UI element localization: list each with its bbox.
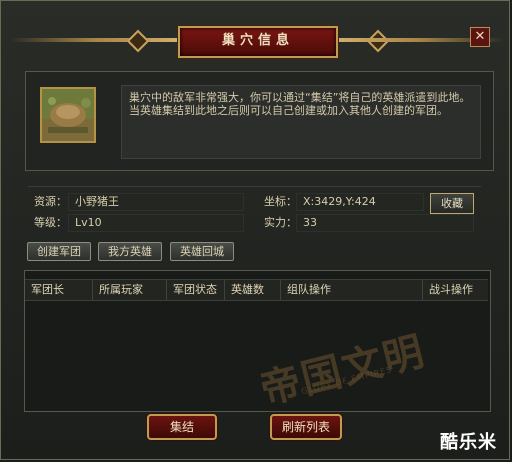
site-watermark: 酷乐米: [440, 432, 497, 453]
table-header: 军团长 所属玩家 军团状态 英雄数 组队操作 战斗操作: [25, 279, 488, 301]
level-value: Lv10: [68, 214, 244, 232]
resource-label: 资源：: [34, 195, 67, 208]
ornament-diamond-left: [126, 29, 150, 53]
column-header-status: 军团状态: [167, 280, 225, 300]
lair-info-box: 巢穴中的敌军非常强大，你可以通过“集结”将自己的英雄派遣到此地。当英雄集结到此地…: [25, 71, 494, 171]
resource-row: 资源： 小野猪王: [34, 193, 244, 211]
strength-label: 实力：: [264, 216, 297, 229]
strength-value: 33: [296, 214, 474, 232]
lair-thumbnail: [40, 87, 96, 143]
title-bar: 巢穴信息 ✕: [0, 0, 512, 62]
column-header-battle-action: 战斗操作: [429, 283, 473, 296]
close-button[interactable]: ✕: [470, 27, 490, 47]
column-header-player: 所属玩家: [93, 280, 167, 300]
coord-label: 坐标：: [264, 195, 297, 208]
coord-row: 坐标： X:3429,Y:424: [264, 193, 424, 211]
level-label: 等级：: [34, 216, 67, 229]
rally-button[interactable]: 集结: [147, 414, 217, 440]
title-ornament-left: [10, 38, 180, 42]
create-legion-button[interactable]: 创建军团: [27, 242, 91, 261]
column-header-hero-count: 英雄数: [225, 280, 281, 300]
refresh-list-button[interactable]: 刷新列表: [270, 414, 342, 440]
window-title: 巢穴信息: [178, 26, 338, 58]
level-row: 等级： Lv10: [34, 214, 244, 232]
my-heroes-button[interactable]: 我方英雄: [98, 242, 162, 261]
close-icon: ✕: [474, 29, 486, 44]
favorite-button[interactable]: 收藏: [430, 193, 474, 214]
lair-image-icon: [42, 89, 94, 141]
strength-row: 实力： 33: [264, 214, 474, 232]
resource-value: 小野猪王: [68, 193, 244, 211]
section-divider: [28, 186, 481, 187]
hero-return-button[interactable]: 英雄回城: [170, 242, 234, 261]
column-header-leader: 军团长: [25, 280, 93, 300]
column-header-team-action: 组队操作: [281, 280, 423, 300]
lair-description: 巢穴中的敌军非常强大，你可以通过“集结”将自己的英雄派遣到此地。当英雄集结到此地…: [121, 85, 481, 159]
coord-value: X:3429,Y:424: [296, 193, 424, 211]
